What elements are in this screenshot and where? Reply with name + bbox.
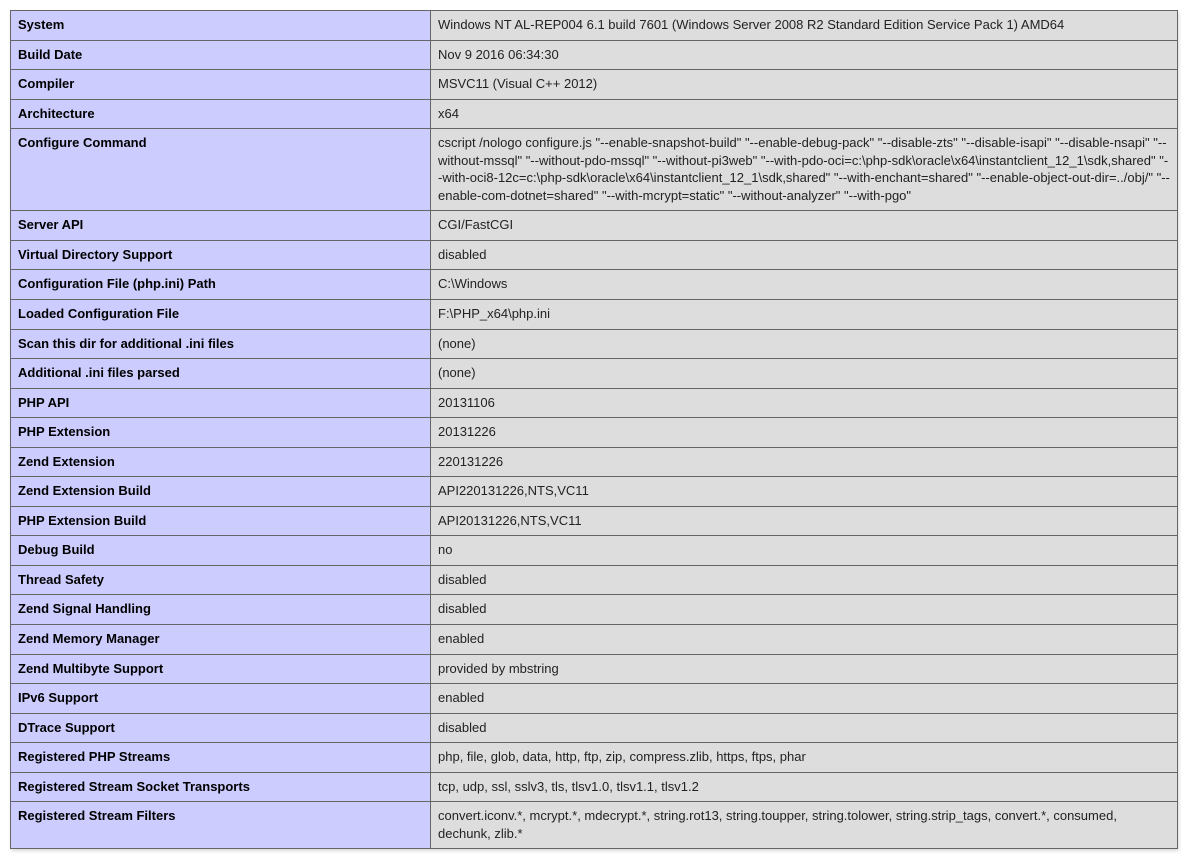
row-label: Zend Extension Build (11, 477, 431, 507)
row-value: (none) (431, 359, 1178, 389)
row-label: Compiler (11, 70, 431, 100)
table-row: DTrace Supportdisabled (11, 713, 1178, 743)
row-label: Registered PHP Streams (11, 743, 431, 773)
row-value: CGI/FastCGI (431, 211, 1178, 241)
table-row: Additional .ini files parsed(none) (11, 359, 1178, 389)
row-label: Thread Safety (11, 565, 431, 595)
table-row: Zend Multibyte Supportprovided by mbstri… (11, 654, 1178, 684)
row-label: PHP Extension (11, 418, 431, 448)
row-label: Registered Stream Socket Transports (11, 772, 431, 802)
row-label: Zend Signal Handling (11, 595, 431, 625)
row-value: enabled (431, 625, 1178, 655)
row-label: Zend Memory Manager (11, 625, 431, 655)
row-value: Nov 9 2016 06:34:30 (431, 40, 1178, 70)
table-row: Thread Safetydisabled (11, 565, 1178, 595)
row-value: php, file, glob, data, http, ftp, zip, c… (431, 743, 1178, 773)
row-value: enabled (431, 684, 1178, 714)
row-label: Server API (11, 211, 431, 241)
table-row: Virtual Directory Supportdisabled (11, 240, 1178, 270)
row-value: tcp, udp, ssl, sslv3, tls, tlsv1.0, tlsv… (431, 772, 1178, 802)
row-label: Debug Build (11, 536, 431, 566)
table-row: Zend Memory Managerenabled (11, 625, 1178, 655)
row-value: disabled (431, 713, 1178, 743)
table-row: Debug Buildno (11, 536, 1178, 566)
row-value: API20131226,NTS,VC11 (431, 506, 1178, 536)
row-label: Loaded Configuration File (11, 300, 431, 330)
row-value: API220131226,NTS,VC11 (431, 477, 1178, 507)
table-row: Configure Commandcscript /nologo configu… (11, 129, 1178, 211)
row-label: Architecture (11, 99, 431, 129)
phpinfo-table: SystemWindows NT AL-REP004 6.1 build 760… (10, 10, 1178, 849)
row-value: F:\PHP_x64\php.ini (431, 300, 1178, 330)
row-value: 20131226 (431, 418, 1178, 448)
table-row: CompilerMSVC11 (Visual C++ 2012) (11, 70, 1178, 100)
row-label: Configure Command (11, 129, 431, 211)
row-label: Virtual Directory Support (11, 240, 431, 270)
table-row: IPv6 Supportenabled (11, 684, 1178, 714)
table-row: Architecturex64 (11, 99, 1178, 129)
row-label: Registered Stream Filters (11, 802, 431, 849)
row-value: (none) (431, 329, 1178, 359)
row-label: Scan this dir for additional .ini files (11, 329, 431, 359)
table-row: PHP API20131106 (11, 388, 1178, 418)
row-label: PHP Extension Build (11, 506, 431, 536)
row-value: C:\Windows (431, 270, 1178, 300)
table-row: PHP Extension BuildAPI20131226,NTS,VC11 (11, 506, 1178, 536)
row-value: Windows NT AL-REP004 6.1 build 7601 (Win… (431, 11, 1178, 41)
row-label: Additional .ini files parsed (11, 359, 431, 389)
row-value: x64 (431, 99, 1178, 129)
row-label: DTrace Support (11, 713, 431, 743)
table-row: Registered Stream Socket Transportstcp, … (11, 772, 1178, 802)
table-row: Registered PHP Streamsphp, file, glob, d… (11, 743, 1178, 773)
row-label: Zend Multibyte Support (11, 654, 431, 684)
row-label: IPv6 Support (11, 684, 431, 714)
table-row: Loaded Configuration FileF:\PHP_x64\php.… (11, 300, 1178, 330)
table-row: Build DateNov 9 2016 06:34:30 (11, 40, 1178, 70)
row-value: disabled (431, 595, 1178, 625)
row-value: 20131106 (431, 388, 1178, 418)
table-row: Zend Extension220131226 (11, 447, 1178, 477)
row-label: PHP API (11, 388, 431, 418)
row-label: Zend Extension (11, 447, 431, 477)
table-row: Zend Signal Handlingdisabled (11, 595, 1178, 625)
row-value: provided by mbstring (431, 654, 1178, 684)
table-row: Configuration File (php.ini) PathC:\Wind… (11, 270, 1178, 300)
row-value: disabled (431, 240, 1178, 270)
table-row: SystemWindows NT AL-REP004 6.1 build 760… (11, 11, 1178, 41)
table-row: Scan this dir for additional .ini files(… (11, 329, 1178, 359)
row-value: disabled (431, 565, 1178, 595)
row-label: Build Date (11, 40, 431, 70)
phpinfo-table-body: SystemWindows NT AL-REP004 6.1 build 760… (11, 11, 1178, 849)
row-label: Configuration File (php.ini) Path (11, 270, 431, 300)
row-value: convert.iconv.*, mcrypt.*, mdecrypt.*, s… (431, 802, 1178, 849)
table-row: Zend Extension BuildAPI220131226,NTS,VC1… (11, 477, 1178, 507)
table-row: PHP Extension20131226 (11, 418, 1178, 448)
row-label: System (11, 11, 431, 41)
row-value: MSVC11 (Visual C++ 2012) (431, 70, 1178, 100)
row-value: 220131226 (431, 447, 1178, 477)
row-value: no (431, 536, 1178, 566)
row-value: cscript /nologo configure.js "--enable-s… (431, 129, 1178, 211)
table-row: Registered Stream Filtersconvert.iconv.*… (11, 802, 1178, 849)
table-row: Server APICGI/FastCGI (11, 211, 1178, 241)
